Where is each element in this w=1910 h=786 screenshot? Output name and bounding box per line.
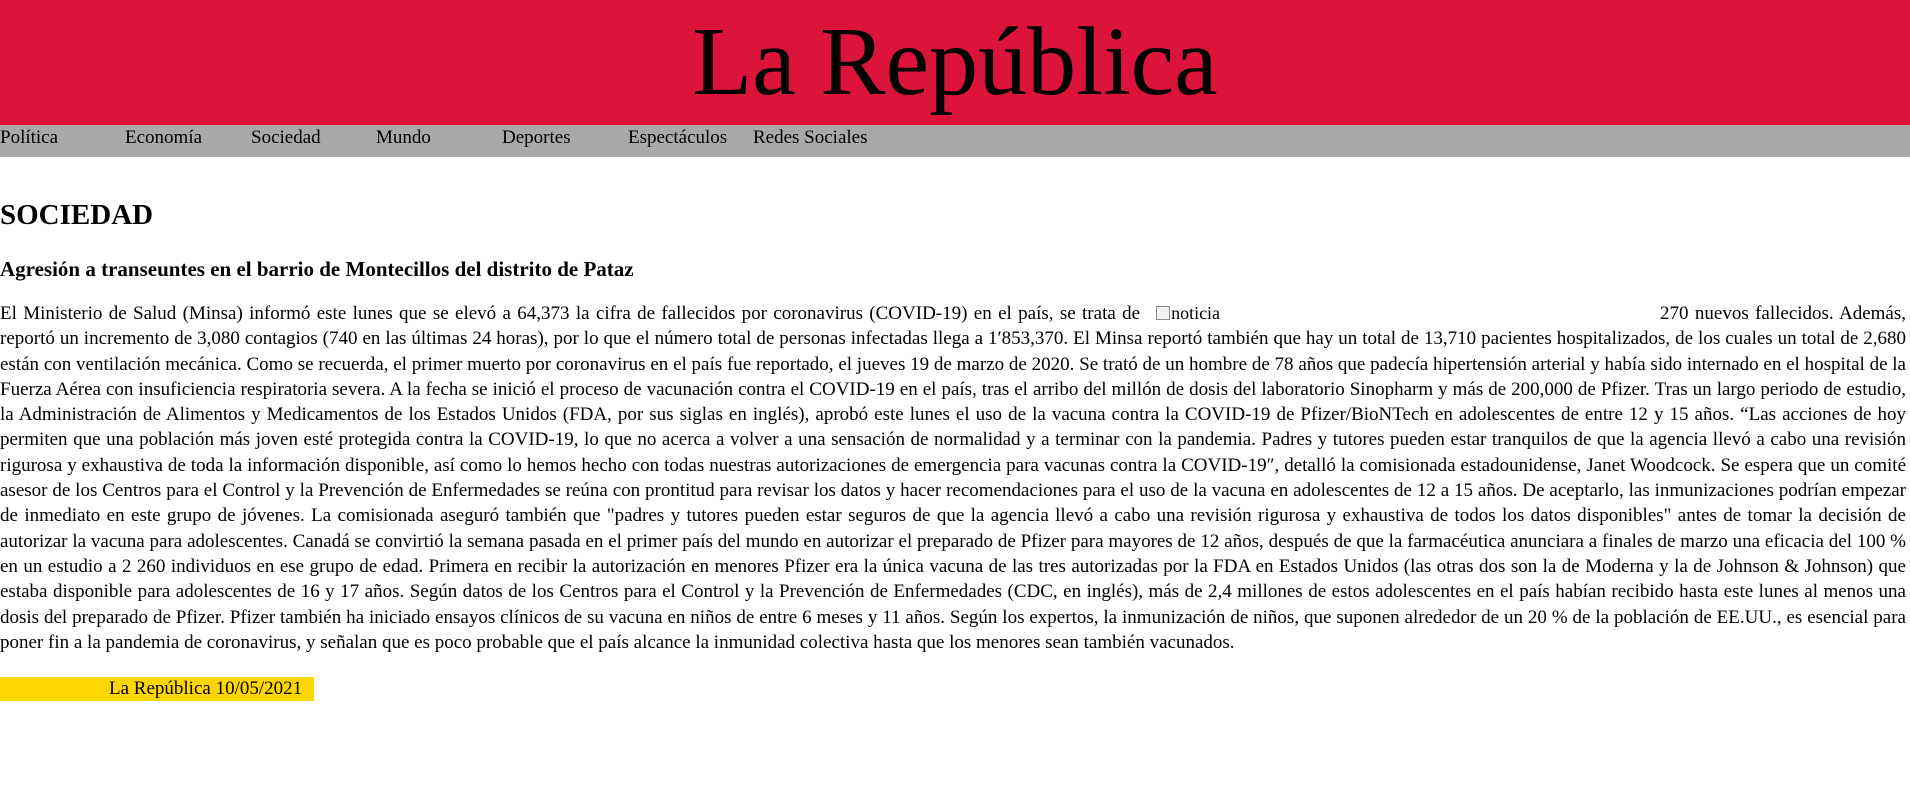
nav-item-mundo[interactable]: Mundo — [376, 125, 431, 159]
nav-item-sociedad[interactable]: Sociedad — [251, 125, 321, 159]
article-footer: La República 10/05/2021 — [0, 677, 314, 702]
article-intro: El Ministerio de Salud (Minsa) informó e… — [0, 303, 1141, 324]
nav-item-politica[interactable]: Política — [0, 125, 58, 159]
nav-item-economia[interactable]: Economía — [125, 125, 202, 159]
section-title: SOCIEDAD — [0, 199, 154, 231]
article-container: SOCIEDAD Agresión a transeuntes en el ba… — [0, 157, 1906, 702]
article-text: 270 nuevos fallecidos. Además, reportó u… — [0, 303, 1906, 653]
broken-image-icon — [1156, 306, 1171, 320]
article-footer-text: La República 10/05/2021 — [109, 678, 303, 700]
site-title[interactable]: La República — [0, 0, 1910, 116]
article-image: noticia — [1156, 301, 1220, 326]
nav-item-deportes[interactable]: Deportes — [502, 125, 571, 159]
main-nav: Política Economía Sociedad Mundo Deporte… — [0, 125, 1910, 157]
article-headline: Agresión a transeuntes en el barrio de M… — [0, 257, 634, 281]
masthead: La República — [0, 0, 1910, 125]
article-body: El Ministerio de Salud (Minsa) informó e… — [0, 281, 1906, 655]
article-image-alt: noticia — [1171, 303, 1221, 323]
nav-item-espectaculos[interactable]: Espectáculos — [628, 125, 727, 159]
nav-item-redes-sociales[interactable]: Redes Sociales — [753, 125, 868, 159]
